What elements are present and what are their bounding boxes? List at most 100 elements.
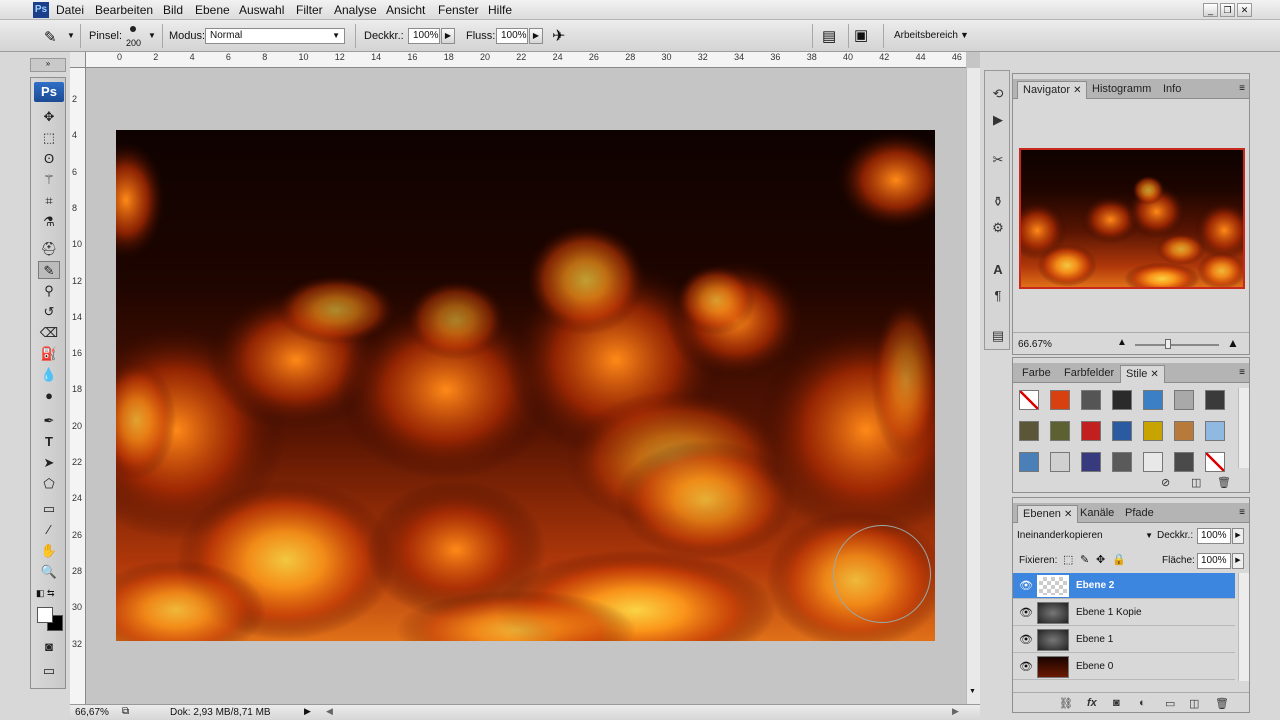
panel-menu-icon[interactable]: ≡ <box>1239 83 1245 94</box>
fill-arrow-icon[interactable]: ▶ <box>1232 553 1244 569</box>
eyedropper-sample-tool-icon[interactable]: ⁄ <box>38 521 60 539</box>
layer-row[interactable]: 👁 Ebene 0 <box>1013 654 1235 680</box>
style-swatch[interactable] <box>1143 421 1163 441</box>
brush-tool-icon[interactable]: ✎ <box>44 28 57 46</box>
mode-select[interactable]: Normal ▼ <box>205 28 345 44</box>
adjustment-layer-icon[interactable]: ◐ <box>1139 697 1146 709</box>
style-swatch[interactable] <box>1081 390 1101 410</box>
opacity-input[interactable]: 100% <box>408 28 440 44</box>
layer-style-icon[interactable]: fx <box>1087 697 1097 709</box>
menu-auswahl[interactable]: Auswahl <box>239 3 284 17</box>
crop-tool-icon[interactable]: ⌗ <box>38 192 60 210</box>
eyedropper-tool-icon[interactable]: ⚗ <box>38 213 60 231</box>
tab-info[interactable]: Info <box>1158 81 1186 99</box>
type-tool-icon[interactable]: T <box>38 433 60 451</box>
layer-opacity-input[interactable]: 100% <box>1197 528 1231 544</box>
layer-name[interactable]: Ebene 1 <box>1076 634 1113 645</box>
style-swatch[interactable] <box>1205 452 1225 472</box>
layer-comps-icon[interactable]: ▤ <box>988 327 1008 345</box>
visibility-eye-icon[interactable]: 👁 <box>1019 633 1033 646</box>
style-swatch[interactable] <box>1019 452 1039 472</box>
layer-name[interactable]: Ebene 1 Kopie <box>1076 607 1142 618</box>
link-layers-icon[interactable]: ⛓ <box>1059 697 1073 710</box>
add-mask-icon[interactable]: ◙ <box>1113 697 1120 709</box>
style-swatch[interactable] <box>1050 421 1070 441</box>
close-icon[interactable]: ✕ <box>1064 509 1072 520</box>
layer-opacity-arrow-icon[interactable]: ▶ <box>1232 528 1244 544</box>
lasso-tool-icon[interactable]: ʘ <box>38 150 60 168</box>
zoom-slider-thumb[interactable] <box>1165 339 1171 349</box>
history-brush-tool-icon[interactable]: ↺ <box>38 303 60 321</box>
visibility-eye-icon[interactable]: 👁 <box>1019 660 1033 673</box>
lock-all-icon[interactable]: 🔒 <box>1112 553 1126 566</box>
tab-ebenen[interactable]: Ebenen ✕ <box>1017 505 1079 523</box>
delete-layer-icon[interactable]: 🗑 <box>1215 697 1229 710</box>
zoom-level[interactable]: 66,67% <box>75 707 109 718</box>
styles-scrollbar[interactable] <box>1238 388 1249 468</box>
style-swatch[interactable] <box>1143 390 1163 410</box>
pen-tool-icon[interactable]: ✒ <box>38 412 60 430</box>
ruler-origin[interactable] <box>70 52 86 68</box>
brush-picker-arrow-icon[interactable]: ▼ <box>148 31 156 40</box>
menu-bild[interactable]: Bild <box>163 3 183 17</box>
style-swatch[interactable] <box>1174 390 1194 410</box>
clone-stamp-tool-icon[interactable]: ⚲ <box>38 282 60 300</box>
style-swatch[interactable] <box>1174 452 1194 472</box>
move-tool-icon[interactable]: ✥ <box>38 108 60 126</box>
style-swatch[interactable] <box>1143 452 1163 472</box>
close-icon[interactable]: ✕ <box>1150 369 1158 380</box>
visibility-eye-icon[interactable]: 👁 <box>1019 606 1033 619</box>
style-swatch[interactable] <box>1019 421 1039 441</box>
zoom-slider[interactable] <box>1135 344 1219 346</box>
zoom-in-icon[interactable]: ▲ <box>1227 336 1239 350</box>
layer-row[interactable]: 👁 Ebene 1 <box>1013 627 1235 653</box>
ruler-horizontal[interactable]: 0 2 4 6 8 10 12 14 16 18 20 22 24 26 28 30 32 34 36 38 40 42 4… <box>86 52 966 68</box>
brushes-panel-icon[interactable]: ▤ <box>822 27 836 45</box>
brush-tool-button[interactable]: ✎ <box>38 261 60 279</box>
new-layer-icon[interactable]: ◫ <box>1189 697 1199 710</box>
style-swatch[interactable] <box>1205 421 1225 441</box>
restore-icon[interactable]: ❐ <box>1220 3 1235 17</box>
paint-bucket-tool-icon[interactable]: ⛽ <box>38 345 60 363</box>
layers-scrollbar[interactable] <box>1238 573 1249 681</box>
tool-presets-icon[interactable]: ✂ <box>988 151 1008 169</box>
lock-transparency-icon[interactable]: ⬚ <box>1063 553 1073 566</box>
ruler-vertical[interactable]: 2 4 6 8 10 12 14 16 18 20 22 24 26 28 30 32 <box>70 68 86 704</box>
notes-tool-icon[interactable]: ▭ <box>38 500 60 518</box>
style-swatch[interactable] <box>1112 421 1132 441</box>
menu-ebene[interactable]: Ebene <box>195 3 230 17</box>
path-selection-tool-icon[interactable]: ➤ <box>38 454 60 472</box>
lock-image-icon[interactable]: ✎ <box>1080 553 1089 566</box>
hand-tool-icon[interactable]: ✋ <box>38 542 60 560</box>
character-icon[interactable]: A <box>988 261 1008 279</box>
tab-kanaele[interactable]: Kanäle <box>1075 505 1119 523</box>
style-swatch[interactable] <box>1112 452 1132 472</box>
style-swatch[interactable] <box>1050 390 1070 410</box>
menu-analyse[interactable]: Analyse <box>334 3 377 17</box>
tab-farbe[interactable]: Farbe <box>1017 365 1056 383</box>
workspace-dropdown-icon[interactable]: ▼ <box>960 30 969 40</box>
tab-stile[interactable]: Stile ✕ <box>1120 365 1165 383</box>
scroll-down-icon[interactable]: ▼ <box>969 688 976 695</box>
screen-mode-icon[interactable]: ▭ <box>38 662 60 680</box>
tab-histogramm[interactable]: Histogramm <box>1087 81 1156 99</box>
blend-mode-select[interactable]: Ineinanderkopieren ▼ <box>1017 528 1153 544</box>
clear-style-icon[interactable]: ⊘ <box>1161 476 1170 489</box>
flow-input[interactable]: 100% <box>496 28 528 44</box>
style-swatch[interactable] <box>1112 390 1132 410</box>
lock-position-icon[interactable]: ✥ <box>1096 553 1105 566</box>
new-style-icon[interactable]: ◫ <box>1191 476 1201 489</box>
workspace-icon[interactable]: ▣ <box>854 26 868 44</box>
eraser-tool-icon[interactable]: ⌫ <box>38 324 60 342</box>
panel-menu-icon[interactable]: ≡ <box>1239 507 1245 518</box>
delete-style-icon[interactable]: 🗑 <box>1217 476 1231 489</box>
tool-preset-dropdown-icon[interactable]: ▼ <box>67 31 75 40</box>
tab-pfade[interactable]: Pfade <box>1120 505 1159 523</box>
history-icon[interactable]: ⟲ <box>988 85 1008 103</box>
document-image[interactable] <box>116 130 935 641</box>
healing-brush-tool-icon[interactable]: ⛑ <box>38 240 60 258</box>
visibility-eye-icon[interactable]: 👁 <box>1019 579 1033 592</box>
zoom-tool-icon[interactable]: 🔍 <box>38 563 60 581</box>
layer-name[interactable]: Ebene 0 <box>1076 661 1113 672</box>
hscroll-right-icon[interactable]: ▶ <box>952 706 959 717</box>
